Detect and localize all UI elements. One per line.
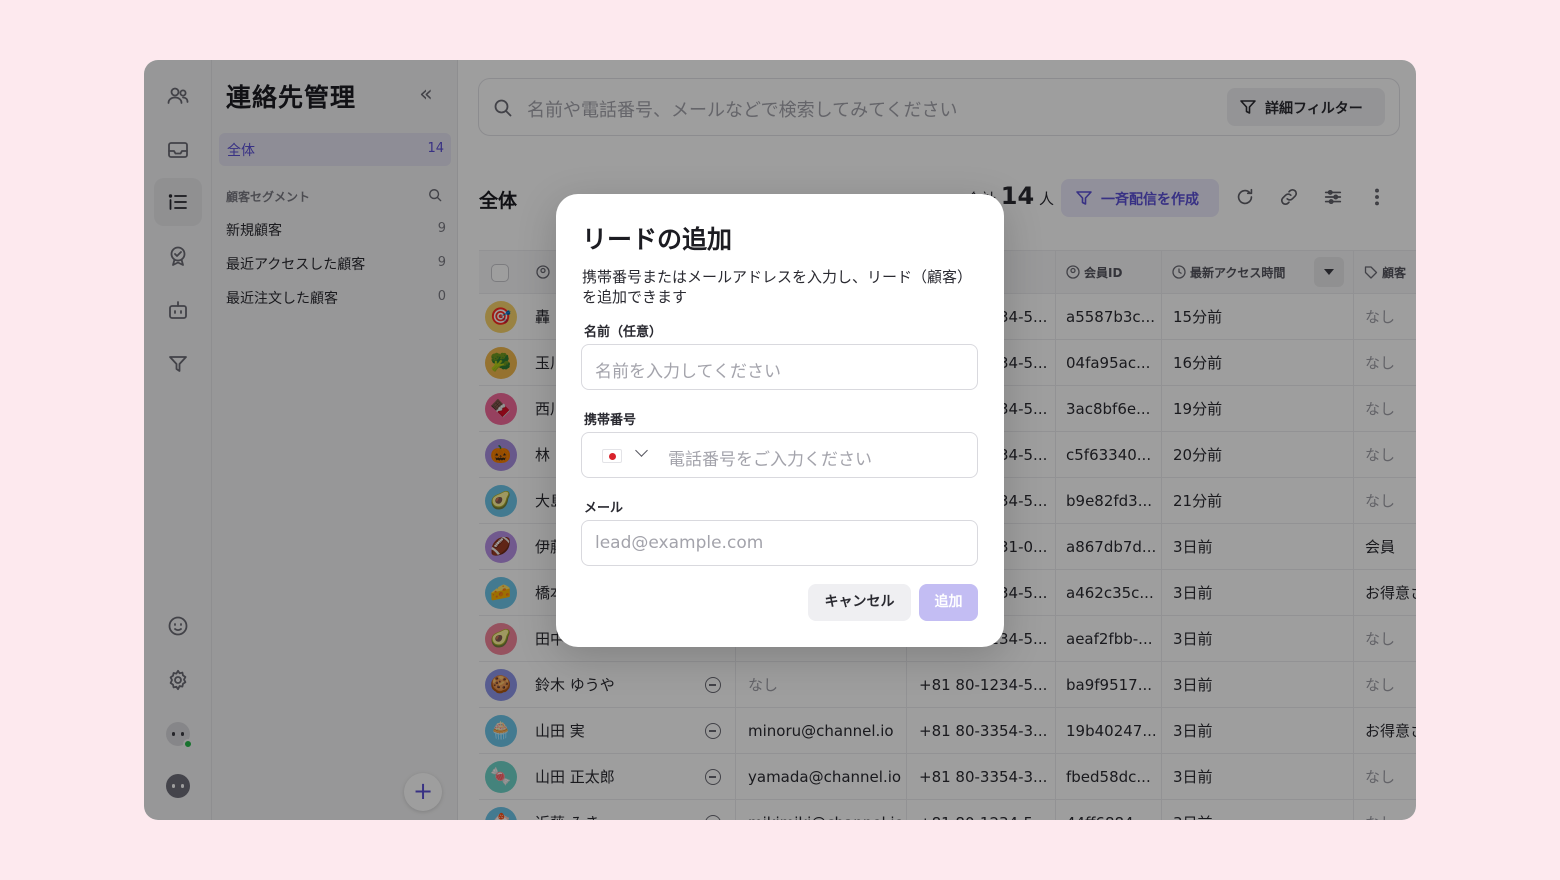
japan-flag-icon[interactable] <box>602 449 622 463</box>
name-placeholder: 名前を入力してください <box>595 362 781 382</box>
name-label: 名前（任意） <box>584 325 663 340</box>
modal-description: 携帯番号またはメールアドレスを入力し、リード（顧客）を追加できます <box>582 268 973 306</box>
cancel-button[interactable]: キャンセル <box>808 584 911 621</box>
chevron-down-icon[interactable] <box>635 444 648 457</box>
phone-field[interactable]: 電話番号をご入力ください <box>581 432 978 478</box>
name-field[interactable]: 名前を入力してください <box>581 344 978 390</box>
email-label: メール <box>584 501 624 516</box>
phone-placeholder: 電話番号をご入力ください <box>668 450 872 470</box>
phone-label: 携帯番号 <box>584 413 637 428</box>
email-field[interactable]: lead@example.com <box>581 520 978 566</box>
email-placeholder: lead@example.com <box>595 533 764 553</box>
add-lead-modal: リードの追加 携帯番号またはメールアドレスを入力し、リード（顧客）を追加できます… <box>556 194 1004 647</box>
add-button[interactable]: 追加 <box>919 584 978 621</box>
modal-title: リードの追加 <box>582 225 733 254</box>
